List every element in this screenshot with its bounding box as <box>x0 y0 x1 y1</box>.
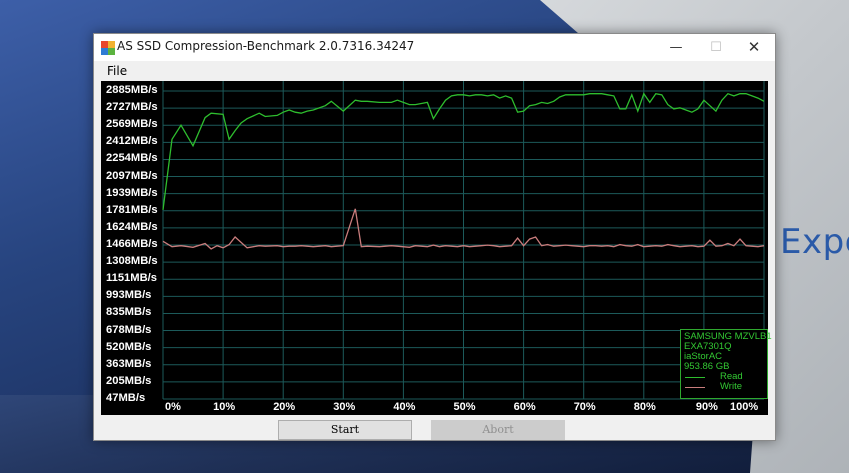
y-tick-label: 1939MB/s <box>106 186 158 199</box>
x-tick-label: 30% <box>333 401 356 413</box>
x-tick-label: 80% <box>633 401 656 413</box>
title-bar[interactable]: AS SSD Compression-Benchmark 2.0.7316.34… <box>94 34 775 61</box>
x-tick-label: 90% <box>695 401 718 413</box>
y-tick-label: 205MB/s <box>106 374 152 387</box>
benchmark-window: AS SSD Compression-Benchmark 2.0.7316.34… <box>93 33 776 441</box>
x-tick-label: 10% <box>213 401 236 413</box>
y-tick-label: 993MB/s <box>106 289 152 302</box>
y-tick-label: 2727MB/s <box>106 101 158 114</box>
abort-button[interactable]: Abort <box>431 420 565 440</box>
y-tick-label: 1781MB/s <box>106 203 158 216</box>
close-button[interactable]: ✕ <box>732 34 776 61</box>
y-tick-label: 2885MB/s <box>106 84 158 96</box>
y-tick-label: 678MB/s <box>106 323 152 336</box>
y-axis-labels: 2885MB/s 2727MB/s 2569MB/s 2412MB/s 2254MB/s… <box>101 81 161 415</box>
x-tick-label: 40% <box>393 401 416 413</box>
x-tick-label: 50% <box>453 401 476 413</box>
x-tick-label: 60% <box>513 401 536 413</box>
y-tick-label: 2569MB/s <box>106 118 158 131</box>
y-tick-label: 1151MB/s <box>106 272 157 285</box>
y-tick-label: 2254MB/s <box>106 152 158 165</box>
y-tick-label: 1466MB/s <box>106 238 158 250</box>
start-button[interactable]: Start <box>278 420 412 440</box>
y-tick-label: 2412MB/s <box>106 135 158 148</box>
y-tick-label: 363MB/s <box>106 357 152 370</box>
benchmark-chart: 2885MB/s 2727MB/s 2569MB/s 2412MB/s 2254MB/s… <box>101 81 772 415</box>
minimize-button[interactable]: — <box>654 34 698 61</box>
menu-file[interactable]: File <box>107 64 127 78</box>
wallpaper-text: Expe <box>780 222 849 262</box>
x-tick-label: 100% <box>730 401 759 413</box>
app-icon <box>101 40 115 55</box>
legend-write-swatch <box>685 387 705 388</box>
legend-read-swatch <box>685 377 705 378</box>
y-tick-label: 520MB/s <box>106 340 152 353</box>
y-tick-label: 2097MB/s <box>106 169 158 182</box>
x-tick-label: 20% <box>273 401 296 413</box>
menu-bar: File <box>94 61 775 81</box>
chart-legend: SAMSUNG MZVLB1 EXA7301Q iaStorAC 953.86 … <box>680 329 772 399</box>
legend-write-label: Write <box>720 381 742 392</box>
chart-canvas <box>162 81 765 400</box>
y-tick-label: 835MB/s <box>106 306 152 319</box>
y-tick-label: 1308MB/s <box>106 255 158 268</box>
window-title: AS SSD Compression-Benchmark 2.0.7316.34… <box>117 39 415 53</box>
y-tick-label: 1624MB/s <box>106 220 158 233</box>
y-tick-label: 47MB/s <box>106 392 146 404</box>
x-tick-label: 0% <box>165 401 181 413</box>
x-tick-label: 70% <box>573 401 596 413</box>
